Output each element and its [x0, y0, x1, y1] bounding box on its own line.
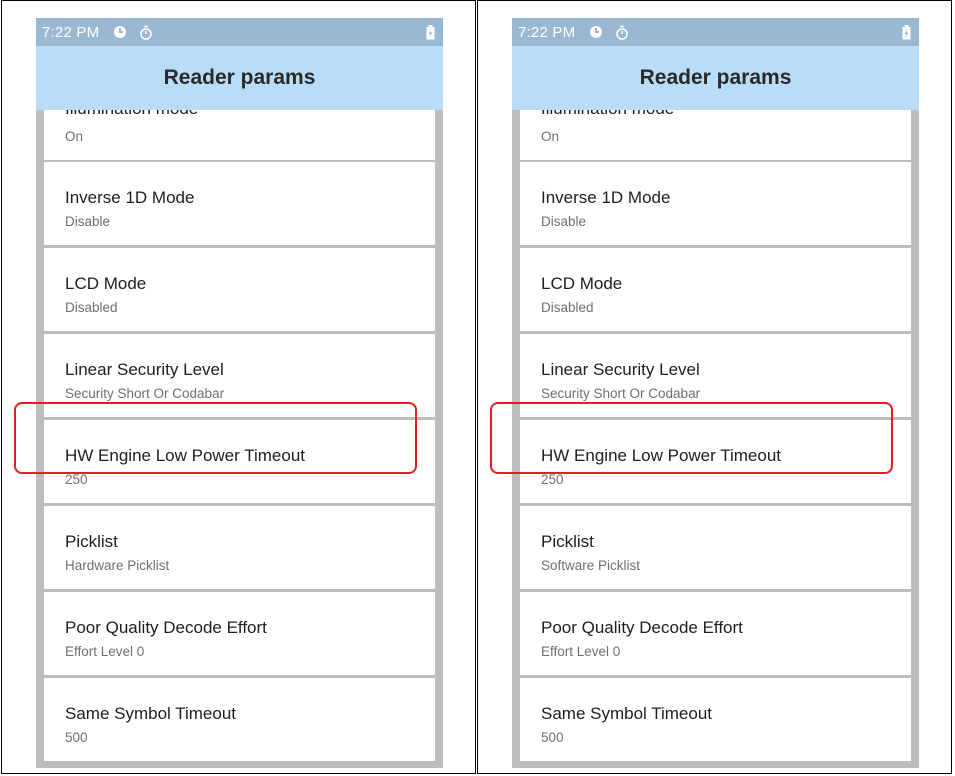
- item-value: 500: [65, 730, 88, 745]
- list-item-poor-quality-decode-effort[interactable]: Poor Quality Decode Effort Effort Level …: [520, 592, 911, 675]
- list-item-same-symbol-timeout[interactable]: Same Symbol Timeout 500: [520, 678, 911, 761]
- item-title: LCD Mode: [65, 274, 147, 293]
- item-value: Security Short Or Codabar: [541, 386, 701, 401]
- item-title: Linear Security Level: [541, 360, 700, 379]
- list-item-inverse-1d-mode[interactable]: Inverse 1D Mode Disable: [44, 162, 435, 245]
- timer-icon: [139, 25, 153, 40]
- item-value: Software Picklist: [541, 558, 641, 573]
- phone-screen: 7:22 PM Reader params Illumination mode …: [36, 18, 443, 768]
- status-time: 7:22 PM: [42, 23, 100, 41]
- item-value: Disable: [65, 214, 111, 229]
- battery-charging-icon: [902, 24, 911, 40]
- item-title: Illumination mode: [541, 110, 674, 119]
- list-item-lcd-mode[interactable]: LCD Mode Disabled: [44, 248, 435, 331]
- item-value: Effort Level 0: [65, 644, 145, 659]
- list-item-poor-quality-decode-effort[interactable]: Poor Quality Decode Effort Effort Level …: [44, 592, 435, 675]
- item-value: On: [541, 129, 560, 144]
- app-bar-title: Reader params: [36, 46, 443, 110]
- battery-charging-icon: [426, 24, 435, 40]
- timer-icon: [615, 25, 629, 40]
- screenshot-panel-after: 7:22 PM Reader params Illumination mode …: [477, 0, 952, 774]
- picklist-highlight-box: [14, 402, 417, 474]
- status-time: 7:22 PM: [518, 23, 576, 41]
- list-item-picklist[interactable]: Picklist Software Picklist: [520, 506, 911, 589]
- item-value: Disabled: [65, 300, 118, 315]
- item-title: LCD Mode: [541, 274, 623, 293]
- item-title: Poor Quality Decode Effort: [65, 618, 267, 637]
- item-value: 500: [541, 730, 564, 745]
- item-value: Disabled: [541, 300, 594, 315]
- item-title: Picklist: [541, 532, 594, 551]
- item-value: 250: [65, 472, 88, 487]
- app-bar-title: Reader params: [512, 46, 919, 110]
- data-saver-icon: [589, 25, 603, 39]
- item-title: Inverse 1D Mode: [65, 188, 195, 207]
- item-value: Effort Level 0: [541, 644, 621, 659]
- list-item-lcd-mode[interactable]: LCD Mode Disabled: [520, 248, 911, 331]
- item-title: Same Symbol Timeout: [541, 704, 713, 723]
- item-value: Disable: [541, 214, 587, 229]
- list-item-illumination-mode[interactable]: Illumination mode On: [520, 110, 911, 160]
- phone-screen: 7:22 PM Reader params Illumination mode …: [512, 18, 919, 768]
- item-value: Security Short Or Codabar: [65, 386, 225, 401]
- item-value: On: [65, 129, 84, 144]
- screenshot-panel-before: 7:22 PM Reader params Illumination mode …: [1, 0, 476, 774]
- list-item-same-symbol-timeout[interactable]: Same Symbol Timeout 500: [44, 678, 435, 761]
- item-value: Hardware Picklist: [65, 558, 170, 573]
- list-item-picklist[interactable]: Picklist Hardware Picklist: [44, 506, 435, 589]
- item-title: Poor Quality Decode Effort: [541, 618, 743, 637]
- item-value: 250: [541, 472, 564, 487]
- item-title: Inverse 1D Mode: [541, 188, 671, 207]
- item-title: Linear Security Level: [65, 360, 224, 379]
- item-title: Same Symbol Timeout: [65, 704, 237, 723]
- data-saver-icon: [113, 25, 127, 39]
- item-title: Picklist: [65, 532, 118, 551]
- picklist-highlight-box: [490, 402, 893, 474]
- status-bar: 7:22 PM: [512, 18, 919, 46]
- item-title: Illumination mode: [65, 110, 198, 119]
- list-item-illumination-mode[interactable]: Illumination mode On: [44, 110, 435, 160]
- status-bar: 7:22 PM: [36, 18, 443, 46]
- list-item-inverse-1d-mode[interactable]: Inverse 1D Mode Disable: [520, 162, 911, 245]
